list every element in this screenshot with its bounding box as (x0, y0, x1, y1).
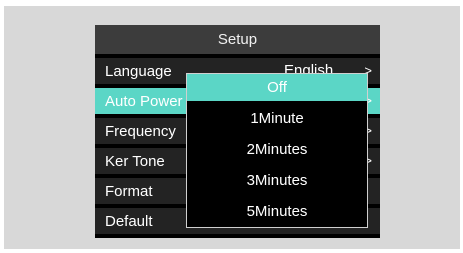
popup-option-3-minutes[interactable]: 3Minutes (187, 166, 367, 194)
popup-option-5-minutes[interactable]: 5Minutes (187, 197, 367, 225)
setup-title: Setup (95, 25, 380, 54)
auto-power-off-popup: Off 1Minute 2Minutes 3Minutes 5Minutes (186, 73, 368, 228)
menu-item-label: Ker Tone (105, 152, 165, 170)
menu-item-label: Language (105, 62, 172, 80)
popup-option-2-minutes[interactable]: 2Minutes (187, 135, 367, 163)
menu-item-label: Default (105, 212, 153, 230)
menu-item-label: Format (105, 182, 153, 200)
menu-item-label: Frequency (105, 122, 176, 140)
popup-option-off[interactable]: Off (187, 74, 367, 101)
popup-option-1-minute[interactable]: 1Minute (187, 104, 367, 132)
